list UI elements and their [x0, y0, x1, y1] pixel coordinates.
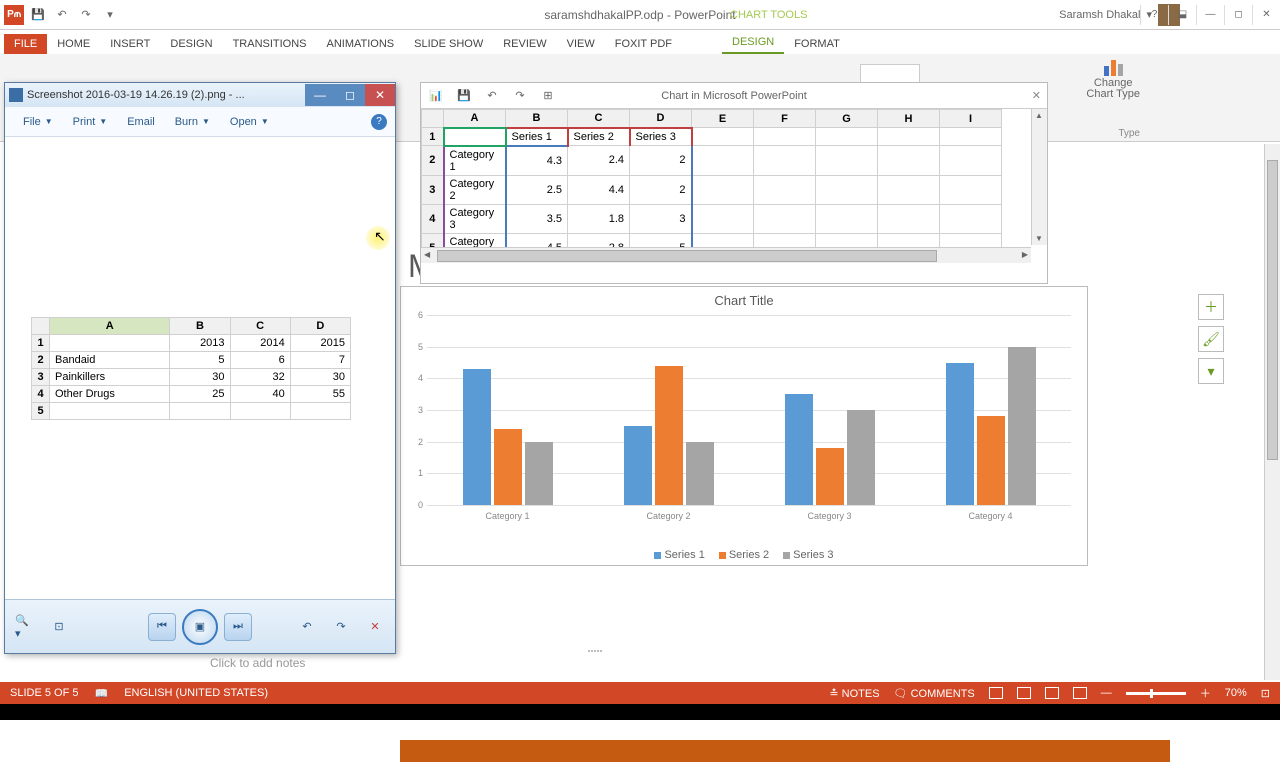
- fit-window-icon[interactable]: ⊡: [1261, 687, 1270, 700]
- tab-chart-design[interactable]: DESIGN: [722, 32, 784, 54]
- ce-chart-icon[interactable]: 📊: [427, 87, 445, 105]
- ribbon-collapse-icon[interactable]: ⬓: [1168, 5, 1196, 25]
- pv-open-menu[interactable]: Open ▼: [220, 114, 279, 130]
- pv-maximize-icon[interactable]: ◻: [335, 84, 365, 106]
- pv-minimize-icon[interactable]: —: [305, 84, 335, 106]
- photo-viewer-titlebar[interactable]: Screenshot 2016-03-19 14.26.19 (2).png -…: [5, 83, 395, 107]
- photo-viewer-footer: 🔍 ▾ ⊡ ⏮ ▣ ⏭ ↶ ↷ ✕: [5, 599, 395, 653]
- chart-data-grid[interactable]: ABCDEFGHI 1Series 1Series 2Series 3 2Cat…: [421, 109, 1002, 263]
- pv-rotate-right-icon[interactable]: ↷: [331, 617, 351, 637]
- close-icon[interactable]: ✕: [1252, 5, 1280, 25]
- chart-editor-title: Chart in Microsoft PowerPoint: [661, 90, 807, 102]
- save-icon[interactable]: 💾: [28, 5, 48, 25]
- help-icon[interactable]: ?: [1140, 5, 1168, 25]
- zoom-out-icon[interactable]: —: [1101, 687, 1112, 699]
- chart-elements-button[interactable]: ＋: [1198, 294, 1224, 320]
- slideshow-view-icon[interactable]: [1073, 687, 1087, 699]
- tab-animations[interactable]: ANIMATIONS: [317, 34, 405, 54]
- titlebar: P⫙ 💾 ↶ ↷ ▾ saramshdhakalPP.odp - PowerPo…: [0, 0, 1280, 30]
- pv-actual-size-icon[interactable]: ⊡: [49, 617, 69, 637]
- bar-chart-icon: [1104, 60, 1123, 76]
- photo-viewer-title: Screenshot 2016-03-19 14.26.19 (2).png -…: [27, 89, 245, 101]
- slide-accent-bar: [400, 740, 1170, 762]
- photo-viewer-window: Screenshot 2016-03-19 14.26.19 (2).png -…: [4, 82, 396, 654]
- pv-prev-button[interactable]: ⏮: [148, 613, 176, 641]
- screenshot-spreadsheet: ABCD 1201320142015 2Bandaid567 3Painkill…: [31, 317, 351, 420]
- pv-help-icon[interactable]: ?: [371, 114, 387, 130]
- chart-title[interactable]: Chart Title: [401, 287, 1087, 314]
- ribbon-tabs: FILE HOME INSERT DESIGN TRANSITIONS ANIM…: [0, 30, 1280, 54]
- chart-data-editor: 📊 💾 ↶ ↷ ⊞ Chart in Microsoft PowerPoint …: [420, 82, 1048, 284]
- tab-home[interactable]: HOME: [47, 34, 100, 54]
- notes-toggle[interactable]: ≛ NOTES: [829, 687, 879, 700]
- language-status[interactable]: ENGLISH (UNITED STATES): [124, 687, 268, 699]
- chart-bars: Category 1Category 2Category 3Category 4: [427, 315, 1071, 505]
- photo-viewer-icon: [9, 88, 23, 102]
- reading-view-icon[interactable]: [1045, 687, 1059, 699]
- tab-transitions[interactable]: TRANSITIONS: [223, 34, 317, 54]
- ce-redo-icon[interactable]: ↷: [511, 87, 529, 105]
- photo-viewer-menu: File ▼ Print ▼ Email Burn ▼ Open ▼ ?: [5, 107, 395, 137]
- change-chart-type-button[interactable]: ChangeChart Type: [1086, 60, 1140, 100]
- maximize-icon[interactable]: ◻: [1224, 5, 1252, 25]
- pv-file-menu[interactable]: File ▼: [13, 114, 63, 130]
- ce-hscroll[interactable]: [421, 247, 1031, 263]
- pv-email-menu[interactable]: Email: [117, 114, 165, 130]
- splitter-handle[interactable]: [580, 650, 610, 658]
- pv-play-button[interactable]: ▣: [182, 609, 218, 645]
- window-title: saramshdhakalPP.odp - PowerPoint: [544, 8, 735, 22]
- pv-burn-menu[interactable]: Burn ▼: [165, 114, 220, 130]
- pv-delete-icon[interactable]: ✕: [365, 617, 385, 637]
- tab-insert[interactable]: INSERT: [100, 34, 160, 54]
- pv-print-menu[interactable]: Print ▼: [63, 114, 118, 130]
- slide-count[interactable]: SLIDE 5 OF 5: [10, 687, 78, 699]
- chart-side-buttons: ＋ 🖌 ▾: [1198, 294, 1224, 384]
- pv-close-icon[interactable]: ✕: [365, 84, 395, 106]
- cursor-icon: ↖: [374, 228, 386, 245]
- zoom-level[interactable]: 70%: [1225, 687, 1247, 699]
- minimize-icon[interactable]: —: [1196, 5, 1224, 25]
- y-axis: 0123456: [411, 315, 425, 505]
- letterbox-bar: [0, 704, 1280, 720]
- comments-toggle[interactable]: 🗨 COMMENTS: [894, 687, 975, 700]
- chart-plot: 0123456 Category 1Category 2Category 3Ca…: [411, 315, 1071, 525]
- ce-excel-icon[interactable]: ⊞: [539, 87, 557, 105]
- tab-view[interactable]: VIEW: [557, 34, 605, 54]
- status-bar: SLIDE 5 OF 5 📖 ENGLISH (UNITED STATES) ≛…: [0, 682, 1280, 704]
- pv-next-button[interactable]: ⏭: [224, 613, 252, 641]
- pv-rotate-left-icon[interactable]: ↶: [297, 617, 317, 637]
- chart-tools-tab[interactable]: CHART TOOLS: [720, 7, 817, 23]
- photo-viewer-body: ABCD 1201320142015 2Bandaid567 3Painkill…: [5, 137, 395, 599]
- ce-save-icon[interactable]: 💾: [455, 87, 473, 105]
- notes-placeholder[interactable]: Click to add notes: [210, 656, 305, 670]
- normal-view-icon[interactable]: [989, 687, 1003, 699]
- chart-filters-button[interactable]: ▾: [1198, 358, 1224, 384]
- zoom-slider[interactable]: [1126, 692, 1186, 695]
- pv-zoom-icon[interactable]: 🔍 ▾: [15, 617, 35, 637]
- type-group-caption: Type: [1118, 128, 1140, 139]
- spell-icon[interactable]: 📖: [94, 687, 108, 700]
- tab-foxit[interactable]: Foxit PDF: [605, 34, 682, 54]
- powerpoint-icon: P⫙: [4, 5, 24, 25]
- chart-legend[interactable]: Series 1Series 2Series 3: [401, 549, 1087, 561]
- tab-review[interactable]: REVIEW: [493, 34, 556, 54]
- undo-icon[interactable]: ↶: [52, 5, 72, 25]
- zoom-in-icon[interactable]: ＋: [1200, 685, 1211, 701]
- start-icon[interactable]: ▾: [100, 5, 120, 25]
- tab-file[interactable]: FILE: [4, 34, 47, 54]
- tab-chart-format[interactable]: FORMAT: [784, 34, 850, 54]
- chart-styles-button[interactable]: 🖌: [1198, 326, 1224, 352]
- sorter-view-icon[interactable]: [1017, 687, 1031, 699]
- ce-vscroll[interactable]: [1031, 109, 1047, 245]
- ce-close-icon[interactable]: ✕: [1032, 89, 1041, 102]
- ce-undo-icon[interactable]: ↶: [483, 87, 501, 105]
- tab-design[interactable]: DESIGN: [160, 34, 222, 54]
- main-vscroll[interactable]: [1264, 144, 1280, 680]
- chart-object[interactable]: Chart Title 0123456 Category 1Category 2…: [400, 286, 1088, 566]
- tab-slideshow[interactable]: SLIDE SHOW: [404, 34, 493, 54]
- chart-editor-toolbar: 📊 💾 ↶ ↷ ⊞ Chart in Microsoft PowerPoint …: [421, 83, 1047, 109]
- redo-icon[interactable]: ↷: [76, 5, 96, 25]
